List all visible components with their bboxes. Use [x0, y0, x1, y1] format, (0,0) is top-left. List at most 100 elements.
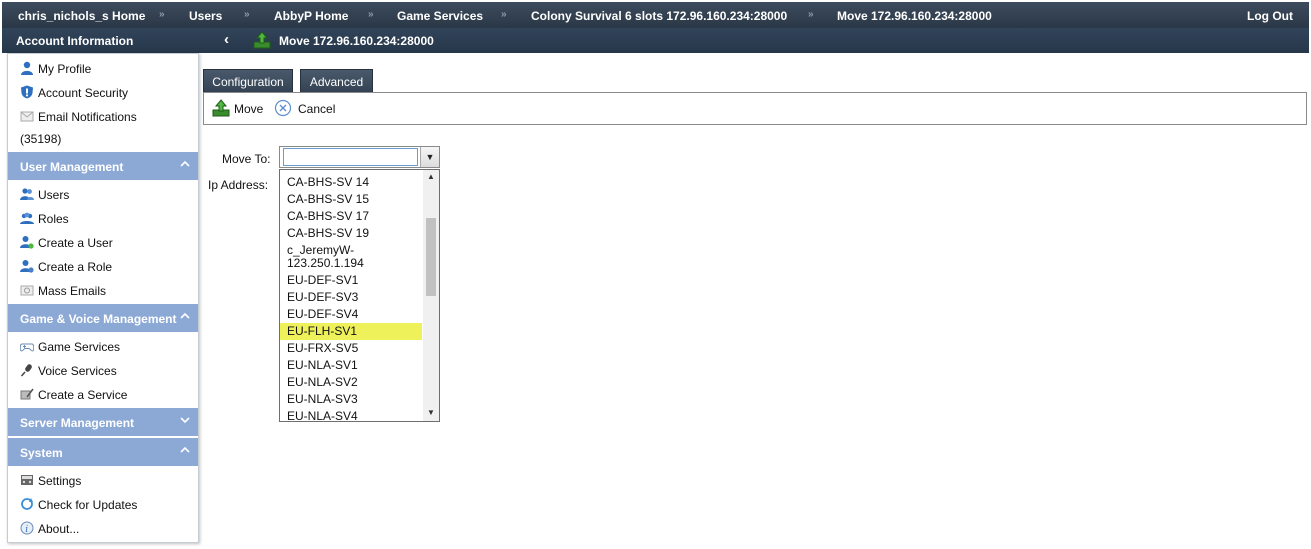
- page-title: Move 172.96.160.234:28000: [279, 34, 434, 48]
- sidebar-item-users[interactable]: Users: [8, 183, 198, 205]
- section-server-management[interactable]: Server Management: [8, 408, 198, 436]
- sidebar-item-create-user[interactable]: Create a User: [8, 231, 198, 253]
- breadcrumb-separator: »: [244, 9, 250, 20]
- tab-advanced[interactable]: Advanced: [300, 69, 373, 93]
- svg-text:i: i: [25, 525, 28, 535]
- sidebar-item-create-service[interactable]: Create a Service: [8, 383, 198, 405]
- section-user-management[interactable]: User Management: [8, 152, 198, 180]
- sidebar-item-roles[interactable]: Roles: [8, 207, 198, 229]
- settings-icon: [20, 473, 34, 487]
- dropdown-option[interactable]: EU-DEF-SV4: [280, 306, 422, 323]
- tab-label: Advanced: [309, 75, 364, 89]
- section-system[interactable]: System: [8, 438, 198, 466]
- sidebar-item-voice-services[interactable]: Voice Services: [8, 359, 198, 381]
- dropdown-option[interactable]: c_JeremyW- 123.250.1.194: [280, 242, 422, 272]
- dropdown-option-label: CA-BHS-SV 19: [287, 226, 370, 240]
- move-to-input[interactable]: [283, 148, 418, 166]
- chevron-down-icon[interactable]: [180, 414, 190, 428]
- dropdown-arrow-button[interactable]: ▼: [420, 147, 439, 167]
- move-to-combobox[interactable]: ▼: [279, 146, 440, 168]
- sidebar-item-game-services[interactable]: Game Services: [8, 335, 198, 357]
- dropdown-option-label: EU-NLA-SV2: [287, 375, 358, 389]
- dropdown-option[interactable]: CA-BHS-SV 15: [280, 191, 422, 208]
- section-title: Game & Voice Management: [20, 312, 177, 326]
- shield-icon: [20, 85, 34, 99]
- move-to-label: Move To:: [222, 152, 271, 166]
- dropdown-option[interactable]: EU-NLA-SV2: [280, 374, 422, 391]
- chevron-up-icon[interactable]: [180, 444, 190, 458]
- chevron-up-icon[interactable]: [180, 158, 190, 172]
- move-button[interactable]: Move: [212, 93, 268, 124]
- scroll-up-icon[interactable]: ▲: [423, 172, 439, 181]
- sidebar-item-label: Users: [38, 188, 70, 202]
- breadcrumb-users[interactable]: Users: [189, 9, 222, 23]
- sidebar-item-check-updates[interactable]: Check for Updates: [8, 493, 198, 515]
- breadcrumb-service[interactable]: Colony Survival 6 slots 172.96.160.234:2…: [531, 9, 787, 23]
- cancel-icon: [274, 99, 292, 120]
- ip-address-label: Ip Address:: [208, 178, 269, 192]
- cancel-button[interactable]: Cancel: [274, 93, 340, 124]
- dropdown-option[interactable]: CA-BHS-SV 14: [280, 174, 422, 191]
- sidebar-item-label: Email Notifications: [38, 110, 137, 124]
- sidebar-item-label: Check for Updates: [38, 498, 138, 512]
- sidebar-item-mass-emails[interactable]: Mass Emails: [8, 279, 198, 301]
- breadcrumb-home[interactable]: chris_nichols_s Home: [18, 9, 145, 23]
- dropdown-option[interactable]: CA-BHS-SV 17: [280, 208, 422, 225]
- move-to-dropdown-list[interactable]: CA-BHS-SV 14 CA-BHS-SV 15 CA-BHS-SV 17 CA-B…: [279, 169, 440, 422]
- sidebar-item-email-notifications[interactable]: Email Notifications: [8, 105, 198, 127]
- action-toolbar: Move Cancel: [203, 92, 1307, 125]
- dropdown-option[interactable]: CA-BHS-SV 19: [280, 225, 422, 242]
- create-service-icon: [20, 387, 34, 401]
- scroll-down-icon[interactable]: ▼: [423, 408, 439, 417]
- dropdown-option[interactable]: EU-DEF-SV3: [280, 289, 422, 306]
- move-server-icon: [253, 31, 271, 49]
- sidebar-menu: My Profile Account Security Email Notifi…: [7, 53, 199, 543]
- account-information-title[interactable]: Account Information: [16, 34, 133, 48]
- dropdown-option[interactable]: EU-NLA-SV3: [280, 391, 422, 408]
- users-icon: [20, 187, 34, 201]
- dropdown-option-label: EU-NLA-SV4: [287, 409, 358, 422]
- dropdown-option[interactable]: EU-NLA-SV4: [280, 408, 422, 422]
- dropdown-option-label: EU-NLA-SV1: [287, 358, 358, 372]
- scroll-thumb[interactable]: [426, 218, 436, 296]
- sidebar-item-create-role[interactable]: Create a Role: [8, 255, 198, 277]
- dropdown-scrollbar[interactable]: ▲ ▼: [423, 170, 439, 421]
- breadcrumb-separator: »: [808, 9, 814, 20]
- dropdown-option[interactable]: EU-FRX-SV5: [280, 340, 422, 357]
- breadcrumb-game-services[interactable]: Game Services: [397, 9, 483, 23]
- info-icon: i: [20, 521, 34, 535]
- back-arrow-icon[interactable]: ‹: [224, 31, 229, 48]
- dropdown-option[interactable]: EU-NLA-SV1: [280, 357, 422, 374]
- chevron-up-icon[interactable]: [180, 310, 190, 324]
- account-id: (35198): [20, 132, 62, 146]
- dropdown-option-label: EU-FRX-SV5: [287, 341, 359, 355]
- logout-link[interactable]: Log Out: [1247, 9, 1293, 23]
- section-title: Server Management: [20, 416, 135, 430]
- create-role-icon: [20, 259, 34, 273]
- sidebar-item-label: My Profile: [38, 62, 92, 76]
- user-icon: [20, 61, 34, 75]
- breadcrumb-user-home[interactable]: AbbyP Home: [274, 9, 348, 23]
- dropdown-option[interactable]: EU-FLH-SV1: [280, 323, 422, 340]
- roles-icon: [20, 211, 34, 225]
- breadcrumb-move[interactable]: Move 172.96.160.234:28000: [837, 9, 992, 23]
- sidebar-item-label: Account Security: [38, 86, 129, 100]
- sub-header-bar: Account Information ‹ Move 172.96.160.23…: [2, 28, 1309, 53]
- sidebar-item-about[interactable]: i About...: [8, 517, 198, 539]
- dropdown-option-label: CA-BHS-SV 17: [287, 209, 370, 223]
- sidebar-item-label: Create a Role: [38, 260, 113, 274]
- sidebar-item-label: Create a Service: [38, 388, 128, 402]
- dropdown-option-label: c_JeremyW- 123.250.1.194: [287, 243, 364, 270]
- dropdown-option-label: EU-NLA-SV3: [287, 392, 358, 406]
- dropdown-option-label: EU-FLH-SV1: [287, 324, 358, 338]
- refresh-icon: [20, 497, 34, 511]
- sidebar-item-account-security[interactable]: Account Security: [8, 81, 198, 103]
- sidebar-item-settings[interactable]: Settings: [8, 469, 198, 491]
- sidebar-item-my-profile[interactable]: My Profile: [8, 57, 198, 79]
- tab-configuration[interactable]: Configuration: [203, 69, 293, 93]
- sidebar-item-label: About...: [38, 522, 80, 536]
- dropdown-option-label: CA-BHS-SV 15: [287, 192, 370, 206]
- section-game-voice-management[interactable]: Game & Voice Management: [8, 304, 198, 332]
- section-title: System: [20, 446, 63, 460]
- dropdown-option[interactable]: EU-DEF-SV1: [280, 272, 422, 289]
